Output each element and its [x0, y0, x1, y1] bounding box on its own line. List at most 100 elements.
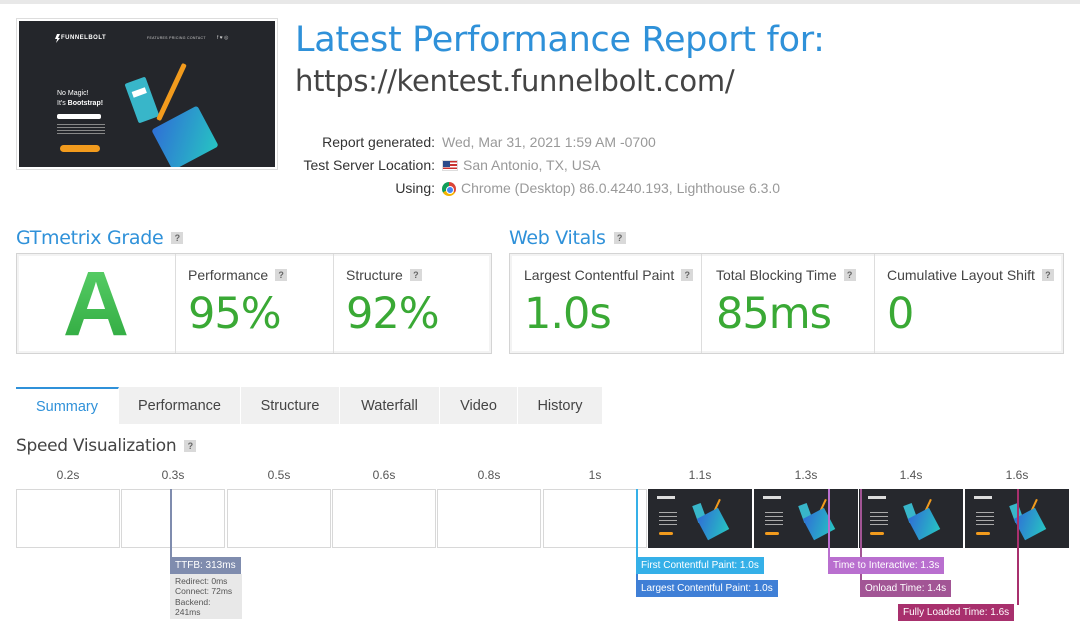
tbt-value: 85ms [716, 289, 832, 339]
frame-cta [976, 532, 990, 535]
report-url[interactable]: https://kentest.funnelbolt.com/ [295, 64, 735, 98]
meta-label: Using: [395, 180, 435, 196]
timeline-tick: 1.3s [794, 468, 818, 482]
section-heading-text: Speed Visualization [16, 436, 177, 456]
tab-waterfall[interactable]: Waterfall [340, 387, 440, 424]
thumbnail-image: FUNNELBOLT FEATURES PRICING CONTACT f ♥ … [19, 21, 275, 167]
frame-cta [870, 532, 884, 535]
web-vitals-box: Largest Contentful Paint? 1.0s Total Blo… [509, 253, 1064, 354]
lcp-value: 1.0s [524, 289, 612, 339]
gtmetrix-grade-box: A Performance? 95% Structure? 92% [16, 253, 492, 354]
cls-label-row: Cumulative Layout Shift? [887, 267, 1063, 283]
thumbnail-headline: No Magic! It's Bootstrap! [57, 89, 103, 109]
ttfb-line [170, 489, 172, 557]
tab-performance[interactable]: Performance [119, 387, 241, 424]
meta-label: Report generated: [322, 134, 435, 150]
meta-value: San Antonio, TX, USA [463, 157, 601, 173]
fully-loaded-line [1017, 489, 1019, 605]
web-vitals-heading: Web Vitals ? [509, 227, 626, 249]
filmstrip-frame[interactable] [121, 489, 225, 548]
filmstrip-frame-rendered[interactable] [754, 489, 858, 548]
tbt-cell: Total Blocking Time? 85ms [702, 254, 875, 353]
fcp-marker: First Contentful Paint: 1.0s [636, 557, 764, 574]
frame-text [765, 512, 783, 528]
meta-value: Chrome (Desktop) 86.0.4240.193, Lighthou… [461, 180, 781, 196]
grade-cell: A [17, 254, 176, 353]
filmstrip-frame[interactable] [16, 489, 120, 548]
report-tabs: Summary Performance Structure Waterfall … [16, 387, 603, 424]
timeline-tick: 0.3s [161, 468, 185, 482]
onload-marker: Onload Time: 1.4s [860, 580, 952, 597]
thumbnail-headline-line1: No Magic! [57, 90, 89, 97]
meta-row-report-generated: Report generated: Wed, Mar 31, 2021 1:59… [286, 131, 780, 154]
site-screenshot-thumbnail[interactable]: FUNNELBOLT FEATURES PRICING CONTACT f ♥ … [16, 18, 278, 170]
frame-text [870, 512, 888, 528]
thumbnail-pill [57, 114, 101, 119]
grade-letter: A [62, 252, 130, 355]
tab-history[interactable]: History [518, 387, 603, 424]
fully-loaded-marker: Fully Loaded Time: 1.6s [898, 604, 1015, 621]
lcp-cell: Largest Contentful Paint? 1.0s [510, 254, 702, 353]
help-icon[interactable]: ? [1041, 269, 1054, 281]
chrome-icon [442, 181, 456, 196]
timeline-tick: 1s [588, 468, 602, 482]
frame-brand [974, 496, 992, 499]
section-heading-text: Web Vitals [509, 227, 606, 249]
help-icon[interactable]: ? [843, 269, 856, 281]
filmstrip-frame[interactable] [437, 489, 541, 548]
filmstrip-frame[interactable] [543, 489, 647, 548]
meta-label: Test Server Location: [303, 157, 435, 173]
thumbnail-body-text [57, 124, 105, 136]
meta-row-using: Using: Chrome (Desktop) 86.0.4240.193, L… [286, 177, 780, 200]
meta-row-server-location: Test Server Location: San Antonio, TX, U… [286, 154, 780, 177]
ttfb-backend: Backend: 241ms [175, 596, 211, 617]
frame-brand [657, 496, 675, 499]
help-icon[interactable]: ? [681, 269, 694, 281]
timeline-tick: 1.4s [899, 468, 923, 482]
timeline-tick: 0.6s [372, 468, 396, 482]
performance-score-cell: Performance? 95% [176, 254, 334, 353]
timeline-tick: 0.5s [267, 468, 291, 482]
help-icon[interactable]: ? [613, 232, 626, 244]
filmstrip-frame-rendered[interactable] [859, 489, 963, 548]
section-heading-text: GTmetrix Grade [16, 227, 164, 249]
tab-structure[interactable]: Structure [241, 387, 340, 424]
frame-text [976, 512, 994, 528]
help-icon[interactable]: ? [171, 232, 184, 244]
thumbnail-headline-line2: It's Bootstrap! [57, 99, 103, 109]
help-icon[interactable]: ? [409, 269, 422, 281]
cls-cell: Cumulative Layout Shift? 0 [875, 254, 1063, 353]
metric-label: Cumulative Layout Shift [887, 267, 1035, 283]
frame-brand [868, 496, 886, 499]
help-icon[interactable]: ? [275, 269, 288, 281]
lcp-label-row: Largest Contentful Paint? [524, 267, 701, 283]
structure-score-cell: Structure? 92% [334, 254, 491, 353]
timeline-tick: 1.6s [1005, 468, 1029, 482]
meta-value-wrap: Chrome (Desktop) 86.0.4240.193, Lighthou… [435, 177, 780, 200]
frame-cta [659, 532, 673, 535]
report-meta: Report generated: Wed, Mar 31, 2021 1:59… [286, 131, 780, 200]
thumbnail-card-illustration [124, 76, 160, 124]
timeline-tick: 0.2s [56, 468, 80, 482]
frame-text [659, 512, 677, 528]
performance-value: 95% [188, 289, 282, 339]
metric-label: Largest Contentful Paint [524, 267, 675, 283]
ttfb-breakdown: Redirect: 0ms Connect: 72ms Backend: 241… [170, 574, 242, 620]
tab-summary[interactable]: Summary [16, 387, 119, 424]
bolt-logo-icon [55, 34, 60, 43]
top-bar [0, 0, 1080, 4]
lcp-marker: Largest Contentful Paint: 1.0s [636, 580, 778, 597]
thumbnail-brand: FUNNELBOLT [61, 35, 107, 41]
filmstrip-frame[interactable] [332, 489, 436, 548]
tab-video[interactable]: Video [440, 387, 518, 424]
tti-line [828, 489, 830, 557]
timeline-tick: 1.1s [688, 468, 712, 482]
help-icon[interactable]: ? [184, 440, 197, 452]
filmstrip-frame-rendered[interactable] [648, 489, 752, 548]
filmstrip-frame[interactable] [227, 489, 331, 548]
metric-label: Total Blocking Time [716, 267, 837, 283]
metric-label: Structure [346, 267, 403, 283]
structure-value: 92% [346, 289, 440, 339]
meta-value-wrap: San Antonio, TX, USA [435, 154, 601, 177]
tti-marker: Time to Interactive: 1.3s [828, 557, 945, 574]
